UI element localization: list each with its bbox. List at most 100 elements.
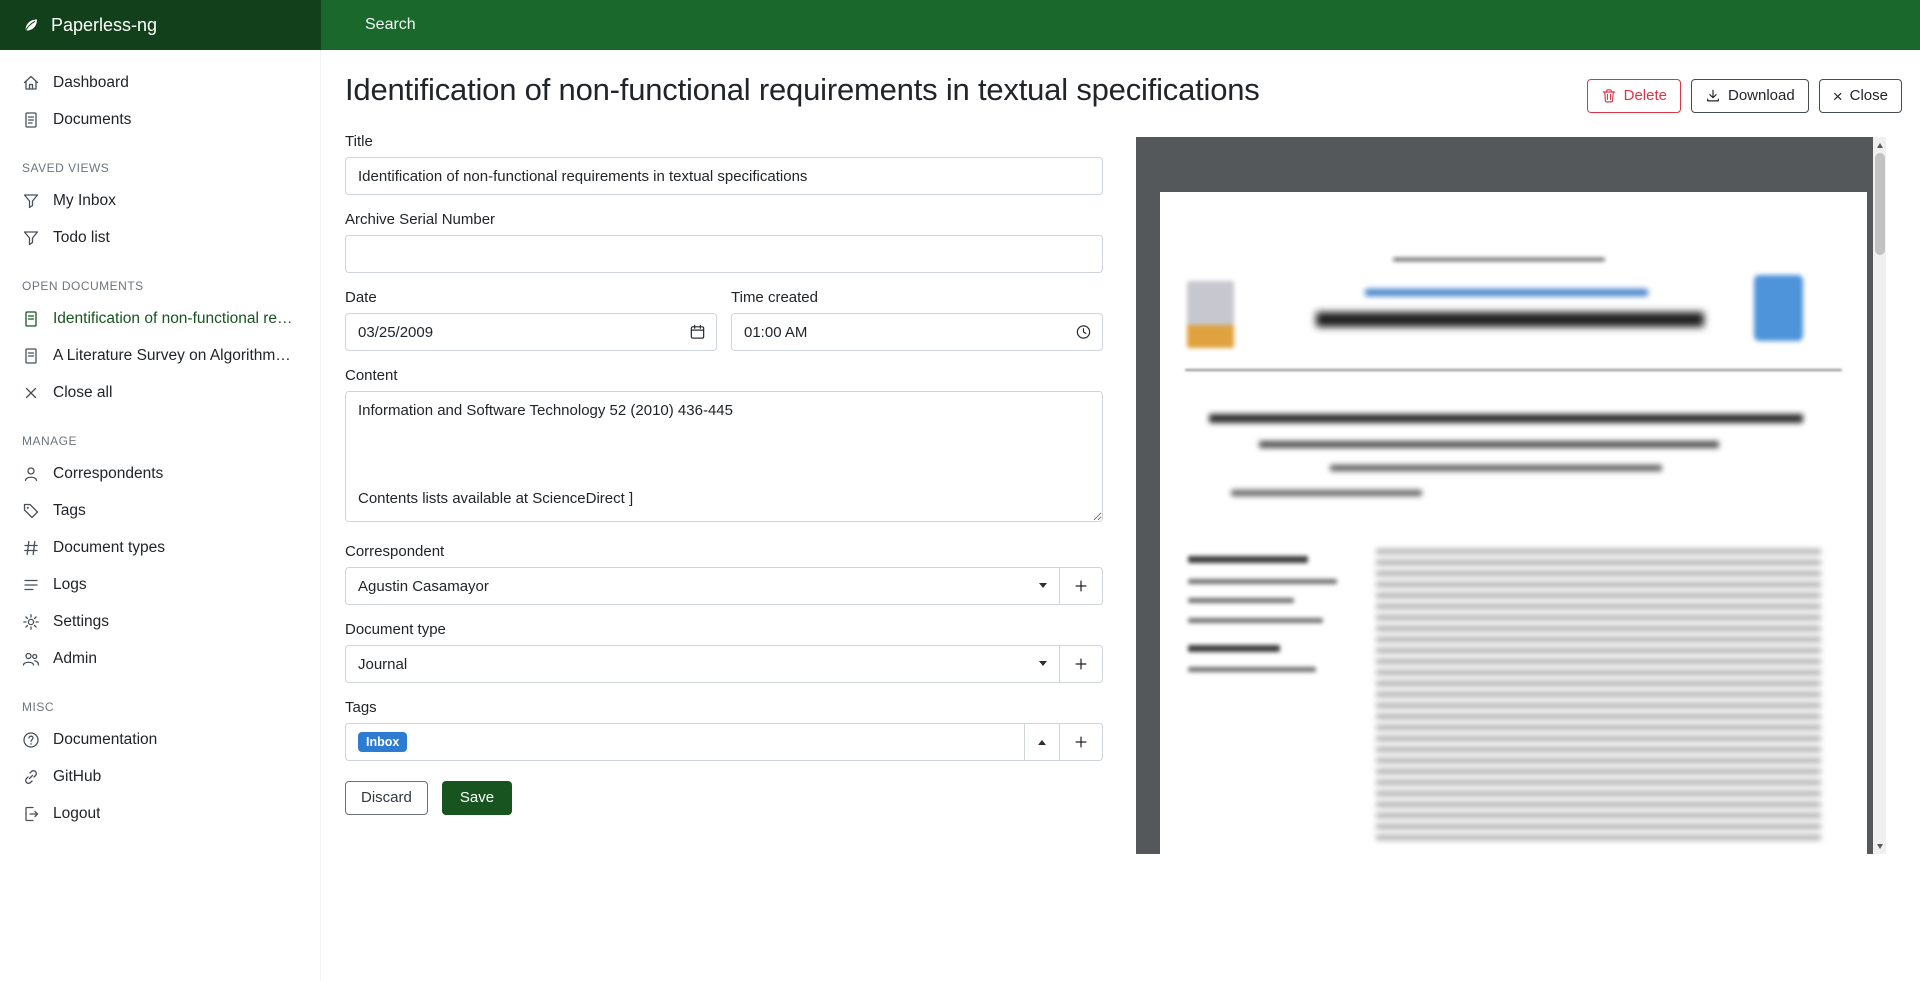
tag-icon (22, 502, 40, 520)
preview-scrollbar[interactable] (1873, 137, 1886, 854)
discard-button[interactable]: Discard (345, 781, 428, 815)
preview-scrollbar-thumb[interactable] (1875, 153, 1885, 255)
sidebar-item-github[interactable]: GitHub (0, 758, 320, 795)
form-actions: Discard Save (345, 781, 1103, 815)
pdf-preview (1136, 137, 1886, 854)
file-icon (22, 347, 40, 365)
sidebar-item-label: Correspondents (53, 465, 163, 483)
correspondent-select[interactable]: Agustin Casamayor (345, 567, 1060, 605)
document-type-add-button[interactable] (1059, 645, 1103, 683)
scroll-up-arrow-icon[interactable] (1873, 138, 1886, 152)
tags-field[interactable]: Inbox (345, 723, 1025, 761)
sidebar-item-close-all[interactable]: Close all (0, 374, 320, 411)
file-icon (22, 310, 40, 328)
sidebar-item-tags[interactable]: Tags (0, 492, 320, 529)
download-button[interactable]: Download (1691, 79, 1809, 113)
brand-label: Paperless-ng (51, 15, 157, 36)
x-icon: × (1833, 88, 1843, 105)
sidebar-item-label: Logs (53, 576, 87, 594)
sidebar-item-admin[interactable]: Admin (0, 640, 320, 677)
pdf-blur-shape (1754, 275, 1803, 341)
pdf-blur-shape (1209, 414, 1803, 423)
correspondent-label: Correspondent (345, 543, 1103, 560)
plus-icon (1073, 734, 1089, 750)
sidebar-item-label: Admin (53, 650, 97, 668)
sidebar-item-my-inbox[interactable]: My Inbox (0, 182, 320, 219)
tags-add-button[interactable] (1059, 723, 1103, 761)
house-icon (22, 74, 40, 92)
plus-icon (1073, 578, 1089, 594)
save-button-label: Save (460, 789, 494, 807)
sidebar-item-document-types[interactable]: Document types (0, 529, 320, 566)
tag-inbox-badge[interactable]: Inbox (358, 732, 407, 753)
sidebar-item-correspondents[interactable]: Correspondents (0, 455, 320, 492)
person-icon (22, 465, 40, 483)
search-bar (321, 0, 1920, 50)
sidebar-item-label: Identification of non-functional require… (53, 310, 298, 328)
pdf-blur-shape (1393, 258, 1605, 261)
pdf-blur-shape (1188, 579, 1336, 584)
pdf-blur-shape (1188, 618, 1322, 623)
content-label: Content (345, 367, 1103, 384)
sidebar-item-label: Documents (53, 111, 131, 129)
pdf-blur-shape (1185, 369, 1843, 371)
sidebar-item-open-doc-2[interactable]: A Literature Survey on Algorithms for Mu… (0, 337, 320, 374)
date-label: Date (345, 289, 717, 306)
content-textarea[interactable]: Information and Software Technology 52 (… (345, 391, 1103, 522)
sidebar-item-label: Todo list (53, 229, 110, 247)
document-actions: Delete Download × Close (1587, 79, 1902, 113)
pdf-blur-shape (1376, 549, 1821, 840)
page-header: Identification of non-functional require… (321, 50, 1920, 113)
sidebar-section-saved-views: SAVED VIEWS (0, 161, 320, 175)
tags-dropdown-button[interactable] (1024, 723, 1060, 761)
sidebar-item-settings[interactable]: Settings (0, 603, 320, 640)
question-circle-icon (22, 731, 40, 749)
date-input[interactable] (345, 313, 717, 351)
pdf-page (1160, 192, 1867, 854)
pdf-blur-shape (1365, 289, 1648, 296)
pdf-blur-shape (1188, 598, 1294, 603)
title-input[interactable] (345, 157, 1103, 195)
correspondent-add-button[interactable] (1059, 567, 1103, 605)
people-icon (22, 650, 40, 668)
sidebar-item-documentation[interactable]: Documentation (0, 721, 320, 758)
sidebar-item-label: Dashboard (53, 74, 129, 92)
time-created-label: Time created (731, 289, 1103, 306)
asn-label: Archive Serial Number (345, 211, 1103, 228)
pdf-blur-shape (1187, 281, 1234, 347)
asn-input[interactable] (345, 235, 1103, 273)
sidebar-item-label: Document types (53, 539, 165, 557)
list-icon (22, 576, 40, 594)
pdf-blur-shape (1316, 312, 1705, 327)
funnel-icon (22, 229, 40, 247)
save-button[interactable]: Save (442, 781, 512, 815)
close-button[interactable]: × Close (1819, 79, 1902, 113)
sidebar-item-label: Close all (53, 384, 112, 402)
pdf-blur-shape (1231, 490, 1422, 496)
sidebar-item-label: Tags (53, 502, 86, 520)
brand[interactable]: Paperless-ng (0, 0, 321, 50)
sidebar-item-dashboard[interactable]: Dashboard (0, 64, 320, 101)
document-type-select[interactable]: Journal (345, 645, 1060, 683)
delete-button[interactable]: Delete (1587, 79, 1681, 113)
time-created-input[interactable] (731, 313, 1103, 351)
plus-icon (1073, 656, 1089, 672)
document-type-label: Document type (345, 621, 1103, 638)
sidebar-item-todo-list[interactable]: Todo list (0, 219, 320, 256)
leaf-icon (22, 16, 40, 34)
pdf-blur-shape (1188, 556, 1308, 563)
main-content: Identification of non-functional require… (321, 50, 1920, 981)
trash-icon (1601, 88, 1617, 104)
sidebar-item-label: My Inbox (53, 192, 116, 210)
sidebar-item-logs[interactable]: Logs (0, 566, 320, 603)
document-form: Title Archive Serial Number Date Time cr… (345, 133, 1103, 815)
sidebar-item-logout[interactable]: Logout (0, 795, 320, 832)
page-title: Identification of non-functional require… (345, 72, 1260, 108)
scroll-down-arrow-icon[interactable] (1873, 839, 1886, 853)
sidebar-item-open-doc-1[interactable]: Identification of non-functional require… (0, 300, 320, 337)
sidebar-item-documents[interactable]: Documents (0, 101, 320, 138)
pdf-blur-shape (1330, 465, 1662, 471)
search-input[interactable] (363, 1, 1063, 49)
close-button-label: Close (1850, 87, 1888, 105)
topbar: Paperless-ng (0, 0, 1920, 50)
